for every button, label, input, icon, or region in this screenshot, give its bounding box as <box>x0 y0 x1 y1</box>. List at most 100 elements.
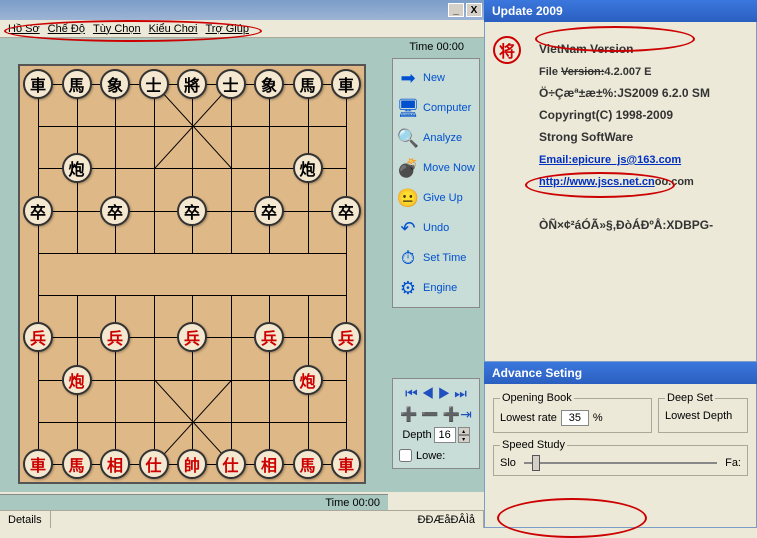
engine-icon: ⚙ <box>397 277 419 299</box>
tool-new[interactable]: ➡New <box>397 63 475 93</box>
tool-computer[interactable]: 🖥Computer <box>397 93 475 123</box>
move now-icon: 💣 <box>397 157 419 179</box>
speed-legend: Speed Study <box>500 439 567 451</box>
piece-兵[interactable]: 兵 <box>254 322 284 352</box>
update-panel: 将 VietNam Version File Version:4.2.007 E… <box>484 22 757 362</box>
tool-give-up[interactable]: 😐Give Up <box>397 183 475 213</box>
piece-象[interactable]: 象 <box>254 69 284 99</box>
piece-車[interactable]: 車 <box>331 69 361 99</box>
piece-炮[interactable]: 炮 <box>293 365 323 395</box>
piece-炮[interactable]: 炮 <box>293 153 323 183</box>
piece-士[interactable]: 士 <box>216 69 246 99</box>
analyze-icon: 🔍 <box>397 127 419 149</box>
piece-炮[interactable]: 炮 <box>62 365 92 395</box>
tool-undo[interactable]: ↶Undo <box>397 213 475 243</box>
give up-icon: 😐 <box>397 187 419 209</box>
deepset-group: Deep Set Lowest Depth <box>658 392 748 433</box>
deepset-legend: Deep Set <box>665 392 715 404</box>
menu-options[interactable]: Tùy Chọn <box>93 23 141 35</box>
update-title: Update 2009 <box>484 0 757 22</box>
new-icon: ➡ <box>397 67 419 89</box>
company: Strong SoftWare <box>539 130 744 144</box>
status-code: ÐÐÆåÐÂÌå <box>410 511 484 528</box>
status-bar: Details ÐÐÆåÐÂÌå <box>0 510 484 528</box>
piece-卒[interactable]: 卒 <box>100 196 130 226</box>
piece-士[interactable]: 士 <box>139 69 169 99</box>
game-window: _ X Hồ Sơ Chế Độ Tùy Chọn Kiểu Chơi Trợ … <box>0 0 484 528</box>
tool-engine[interactable]: ⚙Engine <box>397 273 475 303</box>
percent-label: % <box>593 412 603 424</box>
url-suffix: oo.com <box>655 176 694 188</box>
piece-兵[interactable]: 兵 <box>23 322 53 352</box>
speed-study-group: Speed Study Slo Fa: <box>493 439 748 476</box>
nav-edit[interactable]: ➕ ➖ ➕⇥ <box>399 406 473 423</box>
piece-兵[interactable]: 兵 <box>177 322 207 352</box>
opening-book-group: Opening Book Lowest rate % <box>493 392 652 433</box>
build-line: Ö÷Çæª±æ±%:JS2009 6.2.0 SM <box>539 86 744 100</box>
file-version: File Version:4.2.007 E <box>539 64 744 78</box>
piece-卒[interactable]: 卒 <box>23 196 53 226</box>
time-bottom-bar: Time 00:00 <box>0 494 388 510</box>
lowest-rate-input[interactable] <box>561 410 589 426</box>
piece-馬[interactable]: 馬 <box>293 449 323 479</box>
email-link[interactable]: Email:epicure_js@163.com <box>539 154 681 166</box>
menu-help[interactable]: Trợ Giúp <box>205 23 248 35</box>
menu-style[interactable]: Kiểu Chơi <box>149 23 198 35</box>
piece-仕[interactable]: 仕 <box>216 449 246 479</box>
lowest-depth-label: Lowest Depth <box>665 410 732 422</box>
piece-仕[interactable]: 仕 <box>139 449 169 479</box>
menubar: Hồ Sơ Chế Độ Tùy Chọn Kiểu Chơi Trợ Giúp <box>0 20 484 38</box>
piece-車[interactable]: 車 <box>331 449 361 479</box>
slow-label: Slo <box>500 457 516 469</box>
lowe-checkbox[interactable] <box>399 449 412 462</box>
piece-車[interactable]: 車 <box>23 69 53 99</box>
fast-label: Fa: <box>725 457 741 469</box>
piece-炮[interactable]: 炮 <box>62 153 92 183</box>
set time-icon: ⏱ <box>397 247 419 269</box>
copyright: Copyringt(C) 1998-2009 <box>539 108 744 122</box>
piece-車[interactable]: 車 <box>23 449 53 479</box>
annotation-oval-4 <box>497 498 647 538</box>
depth-input[interactable] <box>434 427 456 443</box>
menu-profile[interactable]: Hồ Sơ <box>8 23 40 35</box>
piece-將[interactable]: 將 <box>177 69 207 99</box>
time-bottom: Time 00:00 <box>325 497 380 509</box>
opening-legend: Opening Book <box>500 392 574 404</box>
piece-馬[interactable]: 馬 <box>62 449 92 479</box>
jiang-icon: 将 <box>493 36 521 64</box>
piece-馬[interactable]: 馬 <box>62 69 92 99</box>
piece-相[interactable]: 相 <box>100 449 130 479</box>
advance-title: Advance Seting <box>484 362 757 384</box>
url-link[interactable]: http://www.jscs.net.cn <box>539 176 655 188</box>
time-top: Time 00:00 <box>0 38 484 56</box>
piece-馬[interactable]: 馬 <box>293 69 323 99</box>
depth-label: Depth <box>402 429 431 441</box>
close-button[interactable]: X <box>466 3 482 17</box>
speed-slider[interactable] <box>524 462 717 464</box>
depth-up[interactable]: ▴ <box>458 427 470 435</box>
titlebar: _ X <box>0 0 484 20</box>
nav-panel: ⏮ ◀ ▶ ⏭ ➕ ➖ ➕⇥ Depth ▴ ▾ Lowe: <box>392 378 480 469</box>
xiangqi-board[interactable]: 車馬象士將士象馬車炮炮卒卒卒卒卒兵兵兵兵兵炮炮車馬相仕帥仕相馬車 <box>18 64 366 484</box>
tool-panel: ➡New🖥Computer🔍Analyze💣Move Now😐Give Up↶U… <box>392 58 480 308</box>
tool-analyze[interactable]: 🔍Analyze <box>397 123 475 153</box>
piece-卒[interactable]: 卒 <box>331 196 361 226</box>
advance-panel: Opening Book Lowest rate % Deep Set Lowe… <box>484 384 757 528</box>
piece-帥[interactable]: 帥 <box>177 449 207 479</box>
right-pane: Update 2009 将 VietNam Version File Versi… <box>484 0 757 528</box>
menu-mode[interactable]: Chế Độ <box>48 23 85 35</box>
piece-卒[interactable]: 卒 <box>177 196 207 226</box>
piece-兵[interactable]: 兵 <box>331 322 361 352</box>
piece-象[interactable]: 象 <box>100 69 130 99</box>
lowe-label: Lowe: <box>416 450 445 462</box>
piece-卒[interactable]: 卒 <box>254 196 284 226</box>
piece-兵[interactable]: 兵 <box>100 322 130 352</box>
encoding-line: ÒÑ×¢²áÓÃ»§,ÐòÁÐºÅ:XDBPG- <box>539 218 744 232</box>
piece-相[interactable]: 相 <box>254 449 284 479</box>
tool-move-now[interactable]: 💣Move Now <box>397 153 475 183</box>
tool-set-time[interactable]: ⏱Set Time <box>397 243 475 273</box>
depth-down[interactable]: ▾ <box>458 435 470 443</box>
minimize-button[interactable]: _ <box>448 3 464 17</box>
undo-icon: ↶ <box>397 217 419 239</box>
nav-playback[interactable]: ⏮ ◀ ▶ ⏭ <box>399 385 473 402</box>
